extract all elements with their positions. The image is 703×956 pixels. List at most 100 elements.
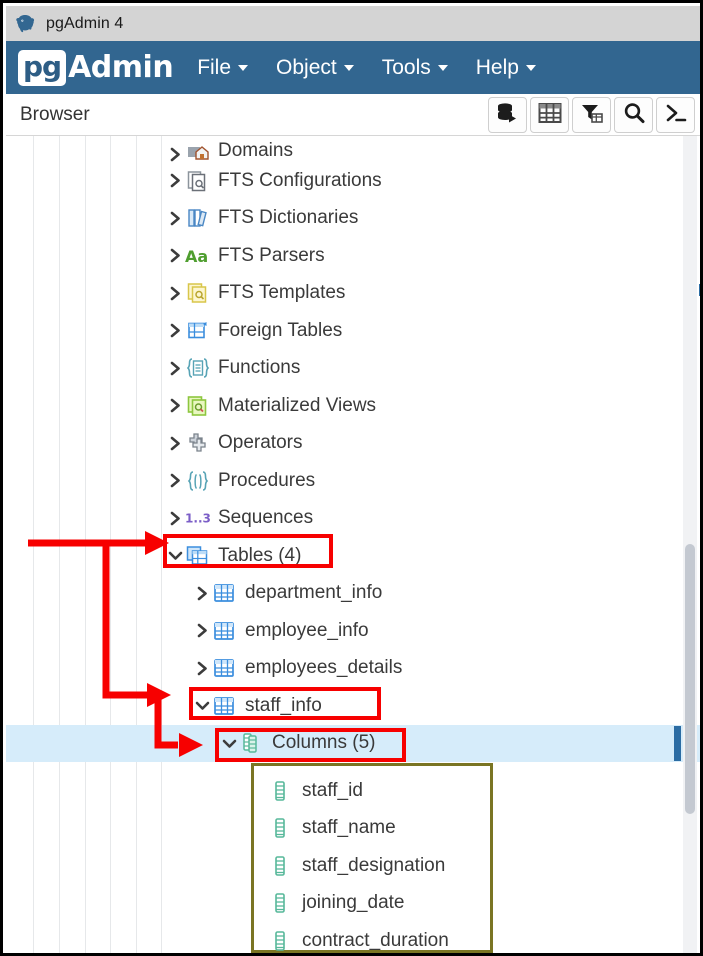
materialized-views-icon — [185, 395, 211, 417]
chevron-right-icon[interactable] — [165, 211, 185, 226]
column-icon — [268, 892, 292, 914]
sequences-icon: 1..3 — [185, 508, 211, 528]
window-title: pgAdmin 4 — [46, 15, 123, 33]
tree-scrollbar-thumb[interactable] — [685, 544, 695, 814]
chevron-right-icon[interactable] — [165, 147, 185, 162]
tree-node-fts-templates[interactable]: FTS Templates — [6, 275, 703, 313]
psql-tool-button[interactable] — [656, 97, 695, 133]
column-item[interactable]: staff_id — [254, 772, 449, 810]
table-icon — [212, 621, 238, 641]
tree-node-label: Foreign Tables — [218, 320, 342, 342]
table-icon — [212, 583, 238, 603]
tree-node-label: department_info — [245, 582, 382, 604]
highlight-tables-node — [163, 534, 333, 568]
tree-node-label: Sequences — [218, 507, 313, 529]
chevron-right-icon[interactable] — [165, 436, 185, 451]
chevron-right-icon[interactable] — [165, 248, 185, 263]
browser-toolbar — [488, 97, 695, 133]
table-icon — [212, 658, 238, 678]
chevron-right-icon[interactable] — [192, 623, 212, 638]
view-data-icon — [538, 102, 562, 129]
tree-node-employee-info[interactable]: employee_info — [6, 612, 703, 650]
view-data-button[interactable] — [530, 97, 569, 133]
tree-node-label: employee_info — [245, 620, 369, 642]
query-tool-button[interactable] — [488, 97, 527, 133]
column-icon — [268, 930, 292, 952]
chevron-right-icon[interactable] — [192, 586, 212, 601]
chevron-right-icon[interactable] — [165, 473, 185, 488]
column-item[interactable]: contract_duration — [254, 922, 449, 956]
chevron-right-icon[interactable] — [192, 661, 212, 676]
tree-node-tables-4[interactable]: Tables (4) — [6, 537, 703, 575]
browser-panel-title: Browser — [20, 104, 90, 126]
column-item-label: staff_designation — [302, 855, 445, 877]
fts-templates-icon — [185, 282, 211, 304]
column-icon — [268, 817, 292, 839]
tree-node-functions[interactable]: Functions — [6, 350, 703, 388]
column-item[interactable]: staff_designation — [254, 847, 449, 885]
tree-node-sequences[interactable]: 1..3 Sequences — [6, 500, 703, 538]
query-tool-icon — [496, 101, 520, 130]
chevron-right-icon[interactable] — [165, 323, 185, 338]
column-icon — [268, 780, 292, 802]
tree-node-procedures[interactable]: Procedures — [6, 462, 703, 500]
column-item[interactable]: joining_date — [254, 885, 449, 923]
tree-node-label: Procedures — [218, 470, 315, 492]
chevron-right-icon[interactable] — [165, 173, 185, 188]
column-item[interactable]: staff_name — [254, 810, 449, 848]
column-icon — [268, 855, 292, 877]
pgadmin-window: pgAdmin 4 pg Admin File Object Tools Hel… — [0, 0, 703, 956]
menu-file[interactable]: File — [197, 56, 248, 80]
menu-file-label: File — [197, 56, 231, 80]
svg-text:Aa: Aa — [185, 247, 208, 266]
tree-node-materialized-views[interactable]: Materialized Views — [6, 387, 703, 425]
tree-node-list: DomainsFTS Configurations FTS Dictionarie… — [6, 136, 703, 762]
menu-help[interactable]: Help — [476, 56, 536, 80]
foreign-tables-icon — [185, 321, 211, 341]
menu-object[interactable]: Object — [276, 56, 354, 80]
tree-node-fts-configurations[interactable]: FTS Configurations — [6, 162, 703, 200]
logo-admin-text: Admin — [68, 53, 173, 83]
tree-node-department-info[interactable]: department_info — [6, 575, 703, 613]
tree-node-label: Functions — [218, 357, 300, 379]
search-objects-button[interactable] — [614, 97, 653, 133]
tree-scrollbar[interactable] — [683, 136, 697, 956]
columns-callout-box: staff_id staff_name staff_designationjoini… — [251, 763, 493, 953]
tree-node-label: Domains — [218, 140, 293, 162]
menu-tools-label: Tools — [382, 56, 431, 80]
menu-help-label: Help — [476, 56, 519, 80]
column-item-label: staff_name — [302, 817, 396, 839]
tree-node-label: Materialized Views — [218, 395, 376, 417]
logo-pg-text: pg — [18, 50, 66, 86]
fts-dictionaries-icon — [185, 207, 211, 229]
tree-node-foreign-tables[interactable]: Foreign Tables — [6, 312, 703, 350]
operators-icon — [185, 432, 211, 454]
chevron-right-icon[interactable] — [165, 398, 185, 413]
columns-callout-list: staff_id staff_name staff_designationjoini… — [254, 766, 449, 956]
tree-node-label: employees_details — [245, 657, 402, 679]
highlight-staff-info-node — [189, 687, 381, 720]
tree-node-operators[interactable]: Operators — [6, 425, 703, 463]
pgadmin-logo: pg Admin — [18, 50, 173, 86]
chevron-right-icon[interactable] — [165, 511, 185, 526]
chevron-right-icon[interactable] — [165, 361, 185, 376]
tree-node-label: FTS Dictionaries — [218, 207, 358, 229]
chevron-down-icon — [344, 65, 354, 71]
menu-object-label: Object — [276, 56, 337, 80]
menu-tools[interactable]: Tools — [382, 56, 448, 80]
column-item-label: contract_duration — [302, 930, 449, 952]
svg-text:1..3: 1..3 — [185, 512, 211, 526]
tree-node-domains[interactable]: Domains — [6, 136, 703, 162]
viewport-marker — [699, 284, 703, 296]
filtered-rows-button[interactable] — [572, 97, 611, 133]
chevron-right-icon[interactable] — [165, 286, 185, 301]
tree-node-employees-details[interactable]: employees_details — [6, 650, 703, 688]
psql-terminal-icon — [664, 102, 688, 129]
fts-configurations-icon — [185, 170, 211, 192]
window-titlebar: pgAdmin 4 — [6, 6, 703, 41]
domains-icon — [185, 142, 211, 162]
tree-node-fts-parsers[interactable]: AaFTS Parsers — [6, 237, 703, 275]
tree-node-fts-dictionaries[interactable]: FTS Dictionaries — [6, 200, 703, 238]
browser-header: Browser — [6, 94, 703, 136]
search-icon — [622, 101, 646, 130]
